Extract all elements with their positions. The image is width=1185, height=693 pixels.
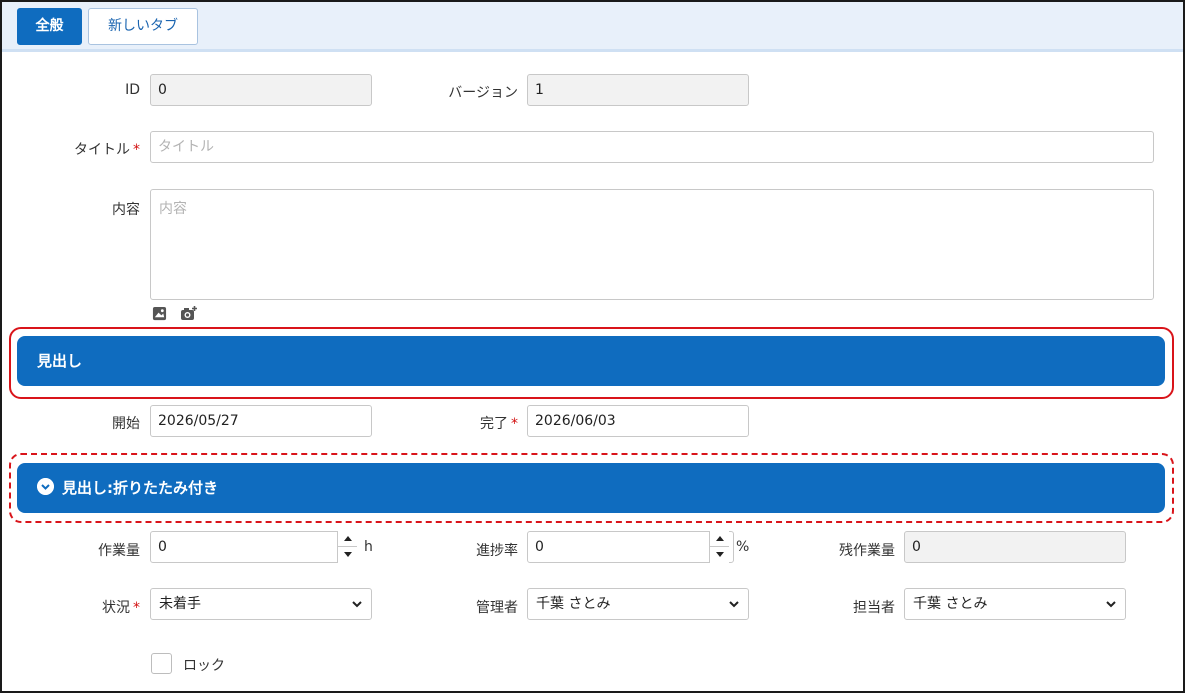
spinner-up-button[interactable] [337,531,357,547]
tab-general[interactable]: 全般 [17,8,82,45]
required-mark: * [511,416,518,432]
image-icon[interactable] [152,306,167,321]
collapsible-section-heading[interactable]: 見出し:折りたたみ付き [17,463,1165,513]
status-selected-value: 未着手 [159,596,201,612]
spinner-up-icon [716,536,724,541]
owner-label: 担当者 [853,600,895,616]
work-amount-input[interactable]: 0 [150,531,357,563]
progress-spinner [709,531,729,563]
spinner-down-icon [344,552,352,557]
remaining-label: 残作業量 [839,543,895,559]
owner-select[interactable]: 千葉 さとみ [904,588,1126,620]
tab-new-tab[interactable]: 新しいタブ [88,8,198,45]
id-label: ID [125,82,140,98]
manager-label: 管理者 [476,600,518,616]
camera-add-icon[interactable] [180,305,198,322]
version-label: バージョン [448,85,518,101]
chevron-down-icon [37,478,54,495]
spinner-up-icon [344,536,352,541]
progress-rate-input[interactable]: 0 [527,531,734,563]
end-label: 完了 * [480,416,518,432]
manager-select[interactable]: 千葉 さとみ [527,588,749,620]
progress-unit: % [736,539,750,555]
id-field: 0 [150,74,372,106]
end-date-input[interactable]: 2026/06/03 [527,405,749,437]
status-select[interactable]: 未着手 [150,588,372,620]
manager-selected-value: 千葉 さとみ [536,596,611,612]
status-label: 状況 * [102,600,140,616]
title-label: タイトル * [74,142,140,158]
spinner-up-button[interactable] [709,531,729,547]
select-caret-icon [352,601,362,608]
progress-label: 進捗率 [476,543,518,559]
lock-checkbox[interactable] [151,653,172,674]
section-heading: 見出し [17,336,1165,386]
spinner-down-icon [716,552,724,557]
lock-label: ロック [183,658,225,674]
required-mark: * [133,600,140,616]
spinner-down-button[interactable] [337,547,357,563]
title-input[interactable]: タイトル [150,131,1154,163]
start-date-input[interactable]: 2026/05/27 [150,405,372,437]
required-mark: * [133,142,140,158]
work-label: 作業量 [98,543,140,559]
remaining-work-field: 0 [904,531,1126,563]
work-spinner [337,531,357,563]
editor-frame: 全般 新しいタブ ID 0 バージョン 1 タイトル * タイトル 内容 内容 見… [0,0,1185,693]
start-label: 開始 [112,416,140,432]
spinner-down-button[interactable] [709,547,729,563]
select-caret-icon [729,601,739,608]
content-label: 内容 [112,202,140,218]
owner-selected-value: 千葉 さとみ [913,596,988,612]
collapsible-heading-text: 見出し:折りたたみ付き [62,479,218,497]
select-caret-icon [1106,601,1116,608]
content-textarea[interactable]: 内容 [150,189,1154,300]
tab-bar: 全般 新しいタブ [2,2,1183,52]
version-field: 1 [527,74,749,106]
work-unit: h [364,539,373,555]
